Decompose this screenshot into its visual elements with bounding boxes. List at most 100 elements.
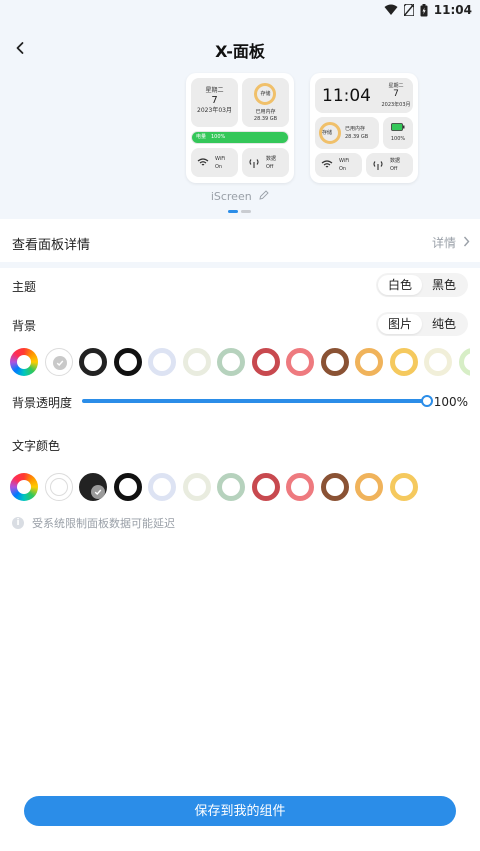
theme-option-black[interactable]: 黑色 <box>422 275 466 295</box>
data-state: Off <box>390 166 398 172</box>
color-swatch[interactable] <box>458 348 470 376</box>
data-state: Off <box>266 164 274 170</box>
clock-time: 11:04 <box>322 86 371 106</box>
storage-ring-text: 存储 <box>322 130 333 136</box>
color-swatch[interactable] <box>251 348 280 376</box>
wifi-tile: WiFi On <box>315 153 362 177</box>
color-swatch[interactable] <box>148 348 176 376</box>
battery-value: 100% <box>390 136 406 142</box>
text-color-swatches <box>10 473 470 503</box>
page-title: X-面板 <box>215 42 265 61</box>
color-swatch[interactable] <box>286 348 314 376</box>
check-icon <box>91 485 105 499</box>
page-indicator <box>228 210 251 213</box>
color-swatch[interactable] <box>320 348 349 376</box>
opacity-slider-track[interactable] <box>82 399 430 403</box>
background-option-image[interactable]: 图片 <box>378 314 422 334</box>
wifi-label: WiFi <box>215 156 226 162</box>
storage-tile: 存储 已用内存 28.39 GB <box>315 117 379 149</box>
storage-label: 已用内存 <box>255 109 276 115</box>
inner-ring <box>49 478 68 496</box>
wifi-icon <box>384 4 398 15</box>
date-tile: 星期二 7 2023年03月 <box>191 78 238 127</box>
color-swatch[interactable] <box>217 473 245 501</box>
preview-area: 11:04 X-面板 星期二 7 2023年03月 存储 已用内存 28.39 … <box>0 0 480 219</box>
swatch-gradient[interactable] <box>10 348 38 376</box>
background-toggle: 图片 纯色 <box>376 312 468 336</box>
color-swatch[interactable] <box>148 473 176 501</box>
edit-icon[interactable] <box>259 190 269 200</box>
check-icon <box>52 356 67 370</box>
details-value: 详情 <box>431 236 456 250</box>
wifi-state: On <box>339 166 347 172</box>
color-swatch[interactable] <box>355 348 383 376</box>
color-swatch[interactable] <box>79 473 107 501</box>
battery-icon <box>391 123 405 131</box>
background-option-solid[interactable]: 纯色 <box>422 314 466 334</box>
save-to-widgets-button[interactable]: 保存到我的组件 <box>24 796 456 826</box>
color-swatch[interactable] <box>355 473 383 501</box>
info-icon: i <box>12 517 24 529</box>
antenna-icon <box>373 161 383 170</box>
color-swatch[interactable] <box>44 473 73 501</box>
clock-date: 2023年03月 <box>381 102 411 108</box>
theme-toggle: 白色 黑色 <box>376 273 468 297</box>
color-swatch[interactable] <box>182 473 211 501</box>
storage-value: 28.39 GB <box>345 134 369 140</box>
chevron-right-icon <box>463 236 470 247</box>
color-swatch[interactable] <box>113 348 142 376</box>
battery-label: 电量 <box>196 134 207 140</box>
clock-tile: 11:04 星期二 7 2023年03月 <box>315 78 413 113</box>
storage-tile: 存储 已用内存 28.39 GB <box>242 78 289 127</box>
data-tile: 数据 Off <box>366 153 413 177</box>
theme-option-white[interactable]: 白色 <box>378 275 422 295</box>
weekday-text: 星期二 <box>205 87 224 94</box>
color-swatch[interactable] <box>389 348 418 376</box>
color-swatch[interactable] <box>113 473 142 501</box>
day-text: 7 <box>211 94 218 106</box>
opacity-label: 背景透明度 <box>12 396 73 410</box>
opacity-value: 100% <box>433 395 468 409</box>
storage-label: 已用内存 <box>345 126 366 132</box>
color-swatch[interactable] <box>389 473 418 501</box>
wifi-icon <box>321 160 333 168</box>
antenna-icon <box>249 159 259 168</box>
preview-card-left[interactable]: 星期二 7 2023年03月 存储 已用内存 28.39 GB 电量 100% … <box>186 73 294 183</box>
wifi-icon <box>197 158 209 166</box>
battery-tile: 100% <box>383 117 413 149</box>
wifi-label: WiFi <box>339 158 350 164</box>
panel-details-row[interactable]: 查看面板详情 详情 <box>0 222 480 262</box>
theme-label: 主题 <box>12 280 37 294</box>
opacity-slider-thumb[interactable] <box>421 395 433 407</box>
storage-value: 28.39 GB <box>253 116 278 122</box>
status-bar: 11:04 <box>0 0 480 22</box>
color-swatch[interactable] <box>217 348 245 376</box>
color-swatch[interactable] <box>44 348 73 376</box>
color-swatch[interactable] <box>182 348 211 376</box>
clock-day: 7 <box>393 89 399 99</box>
battery-value: 100% <box>211 134 226 140</box>
background-label: 背景 <box>12 319 37 333</box>
storage-ring-text: 存储 <box>260 91 271 97</box>
color-swatch[interactable] <box>286 473 314 501</box>
battery-bar-tile: 电量 100% <box>191 131 289 144</box>
preview-card-right[interactable]: 11:04 星期二 7 2023年03月 存储 已用内存 28.39 GB 10… <box>310 73 418 183</box>
data-tile: 数据 Off <box>242 148 289 177</box>
battery-fill <box>192 132 288 143</box>
color-swatch[interactable] <box>320 473 349 501</box>
battery-icon <box>420 3 428 16</box>
color-swatch[interactable] <box>79 348 107 376</box>
color-swatch[interactable] <box>251 473 280 501</box>
background-color-swatches <box>10 348 470 378</box>
color-swatch[interactable] <box>424 348 452 376</box>
details-label: 查看面板详情 <box>12 238 91 253</box>
date-text: 2023年03月 <box>197 106 232 114</box>
text-color-label: 文字颜色 <box>12 439 61 453</box>
wifi-state: On <box>215 164 223 170</box>
section-divider <box>0 262 480 268</box>
preview-name-row[interactable]: iScreen <box>0 190 480 203</box>
swatch-gradient[interactable] <box>10 473 38 501</box>
delay-notice: i 受系统限制面板数据可能延迟 <box>12 515 175 531</box>
data-label: 数据 <box>390 158 401 164</box>
no-sim-icon <box>403 4 414 16</box>
